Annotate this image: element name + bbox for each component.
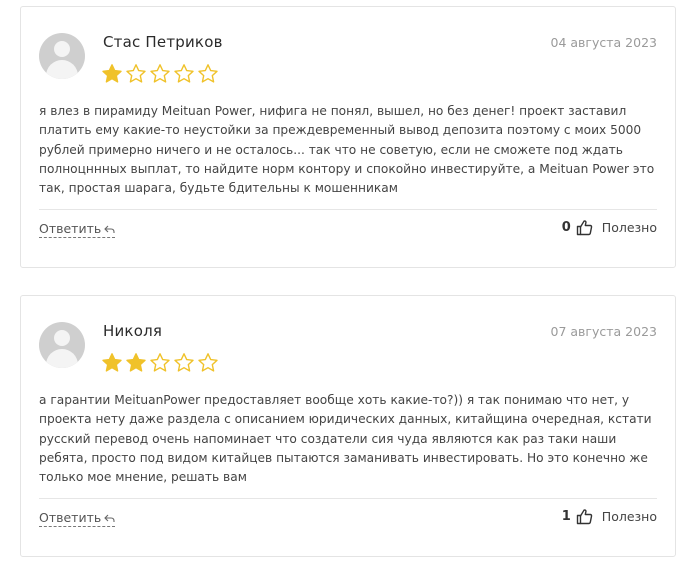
useful-rating: 0 Полезно [562, 219, 657, 236]
reply-arrow-icon [104, 225, 115, 233]
useful-label[interactable]: Полезно [602, 509, 657, 524]
review-card: Стас Петриков 04 августа 2023 я влез в п… [20, 6, 676, 268]
star-rating [101, 63, 219, 85]
divider [39, 498, 657, 499]
star-filled-icon [102, 64, 122, 83]
star-rating [101, 352, 219, 374]
like-count: 0 [561, 220, 571, 235]
review-date: 07 августа 2023 [550, 324, 657, 339]
reply-label: Ответить [39, 510, 102, 525]
star-empty-icon [174, 353, 194, 372]
star-empty-icon [150, 353, 170, 372]
review-author: Стас Петриков [103, 33, 223, 51]
thumbs-up-icon[interactable] [576, 219, 593, 236]
user-avatar-icon [39, 322, 85, 368]
user-avatar-icon [39, 33, 85, 79]
review-card: Николя 07 августа 2023 а гарантии Meitua… [20, 295, 676, 557]
divider [39, 209, 657, 210]
reply-button[interactable]: Ответить [39, 510, 116, 527]
star-empty-icon [126, 64, 146, 83]
reply-arrow-icon [104, 514, 115, 522]
reply-label: Ответить [39, 221, 102, 236]
useful-rating: 1 Полезно [562, 508, 657, 525]
star-empty-icon [198, 353, 218, 372]
star-filled-icon [102, 353, 122, 372]
review-text: я влез в пирамиду Meituan Power, нифига … [39, 104, 655, 196]
useful-label[interactable]: Полезно [602, 220, 657, 235]
thumbs-up-icon[interactable] [576, 508, 593, 525]
reply-button[interactable]: Ответить [39, 221, 116, 238]
review-date: 04 августа 2023 [550, 35, 657, 50]
review-author: Николя [103, 322, 163, 340]
star-empty-icon [150, 64, 170, 83]
star-filled-icon [126, 353, 146, 372]
star-empty-icon [198, 64, 218, 83]
review-text: а гарантии MeituanPower предоставляет во… [39, 393, 652, 485]
like-count: 1 [561, 509, 571, 524]
star-empty-icon [174, 64, 194, 83]
